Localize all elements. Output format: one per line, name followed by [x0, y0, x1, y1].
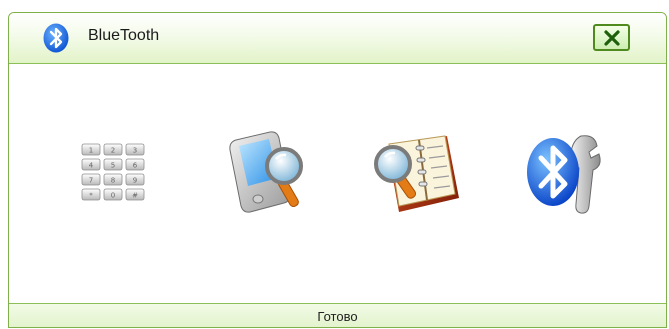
close-button[interactable]	[593, 24, 630, 51]
status-text: Готово	[317, 309, 358, 324]
bluetooth-settings-button[interactable]	[519, 130, 615, 216]
svg-text:3: 3	[133, 147, 137, 155]
search-contacts-book-icon	[374, 135, 459, 212]
bluetooth-icon	[43, 23, 69, 53]
window-title: BlueTooth	[88, 27, 160, 44]
svg-text:2: 2	[111, 147, 115, 155]
svg-text:4: 4	[89, 162, 94, 170]
bluetooth-window: BlueTooth 1 2 3 4 5 6 7 8 9 * 0 # Готово	[8, 12, 667, 328]
bluetooth-settings-icon	[527, 135, 601, 214]
search-device-icon	[229, 131, 303, 213]
title-bar: BlueTooth	[9, 13, 666, 64]
svg-text:#: #	[132, 192, 138, 200]
search-contacts-button[interactable]	[361, 128, 465, 220]
tools-area: 1 2 3 4 5 6 7 8 9 * 0 #	[9, 64, 666, 303]
dial-keypad-icon: 1 2 3 4 5 6 7 8 9 * 0 #	[81, 143, 145, 201]
svg-text:8: 8	[111, 177, 115, 185]
svg-text:*: *	[89, 192, 93, 200]
svg-text:7: 7	[89, 177, 93, 185]
svg-text:9: 9	[133, 177, 137, 185]
svg-text:5: 5	[111, 162, 115, 170]
svg-text:0: 0	[111, 192, 115, 200]
svg-text:1: 1	[89, 147, 93, 155]
close-x-icon	[604, 30, 620, 46]
dial-keypad-button[interactable]: 1 2 3 4 5 6 7 8 9 * 0 #	[80, 142, 166, 212]
svg-text:6: 6	[133, 162, 138, 170]
status-bar: Готово	[9, 303, 666, 327]
search-device-button[interactable]	[222, 128, 318, 220]
